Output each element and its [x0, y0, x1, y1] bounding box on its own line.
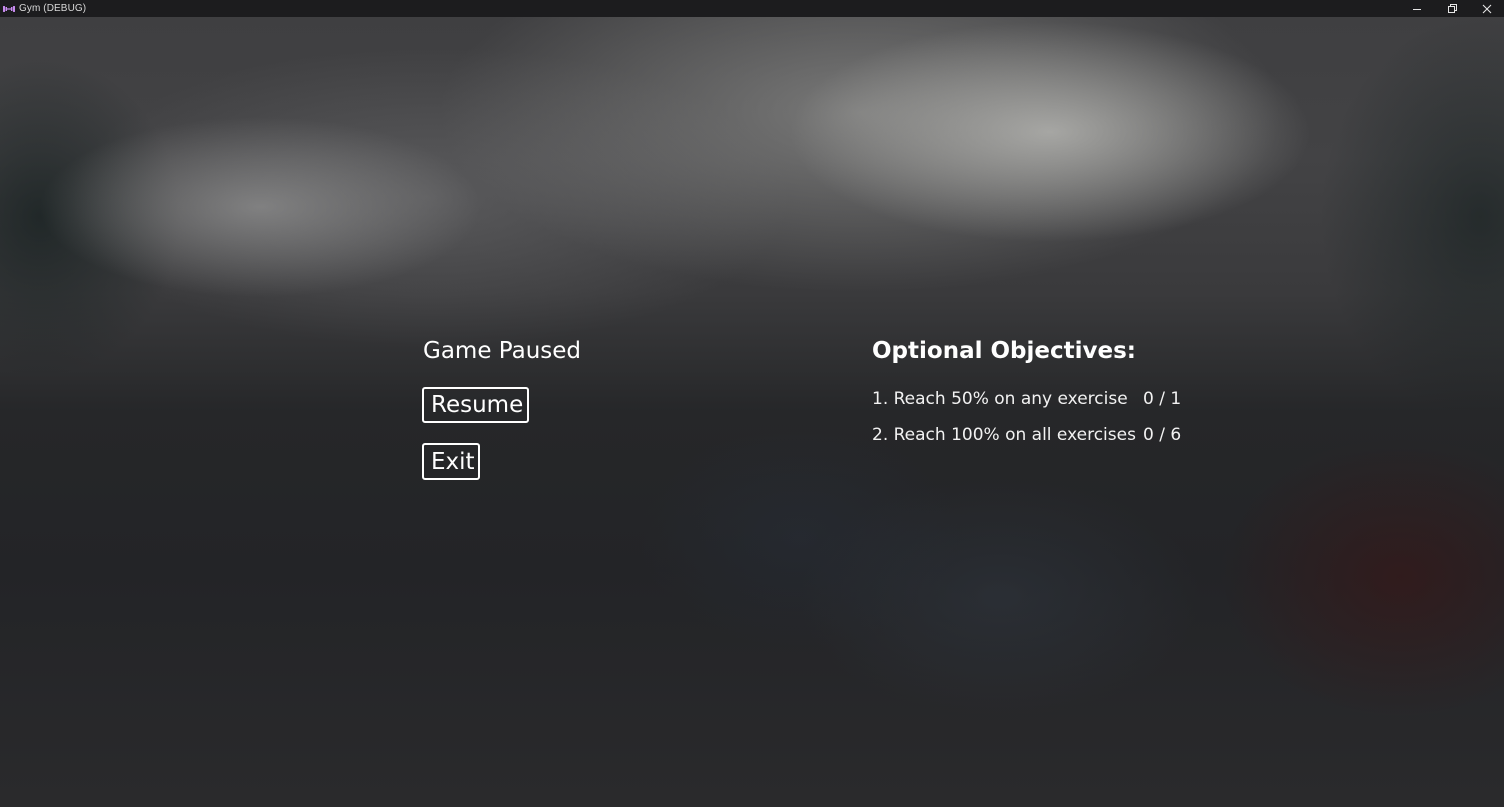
dumbbell-icon — [2, 2, 16, 16]
window-controls — [1399, 0, 1504, 17]
exit-button[interactable]: Exit — [422, 443, 480, 480]
pause-menu-title: Game Paused — [423, 338, 582, 364]
title-bar[interactable]: Gym (DEBUG) — [0, 0, 1504, 17]
close-icon — [1482, 0, 1492, 18]
objective-text: 1. Reach 50% on any exercise — [872, 389, 1128, 409]
minimize-button[interactable] — [1399, 0, 1434, 17]
objective-progress: 0 / 6 — [1143, 425, 1182, 445]
resume-button[interactable]: Resume — [422, 387, 529, 423]
objectives-title: Optional Objectives: — [872, 338, 1136, 364]
objective-text: 2. Reach 100% on all exercises — [872, 425, 1136, 445]
game-window: Gym (DEBUG) Game Paused Resume Exit Opti… — [0, 0, 1504, 807]
blurred-game-background — [0, 17, 1504, 807]
close-button[interactable] — [1469, 0, 1504, 17]
objective-item: 2. Reach 100% on all exercises 0 / 6 — [872, 424, 1181, 446]
objective-progress: 0 / 1 — [1143, 389, 1182, 409]
window-title: Gym (DEBUG) — [19, 3, 87, 14]
minimize-icon — [1412, 0, 1422, 18]
restore-icon — [1447, 0, 1457, 18]
objective-item: 1. Reach 50% on any exercise 0 / 1 — [872, 388, 1181, 410]
restore-button[interactable] — [1434, 0, 1469, 17]
